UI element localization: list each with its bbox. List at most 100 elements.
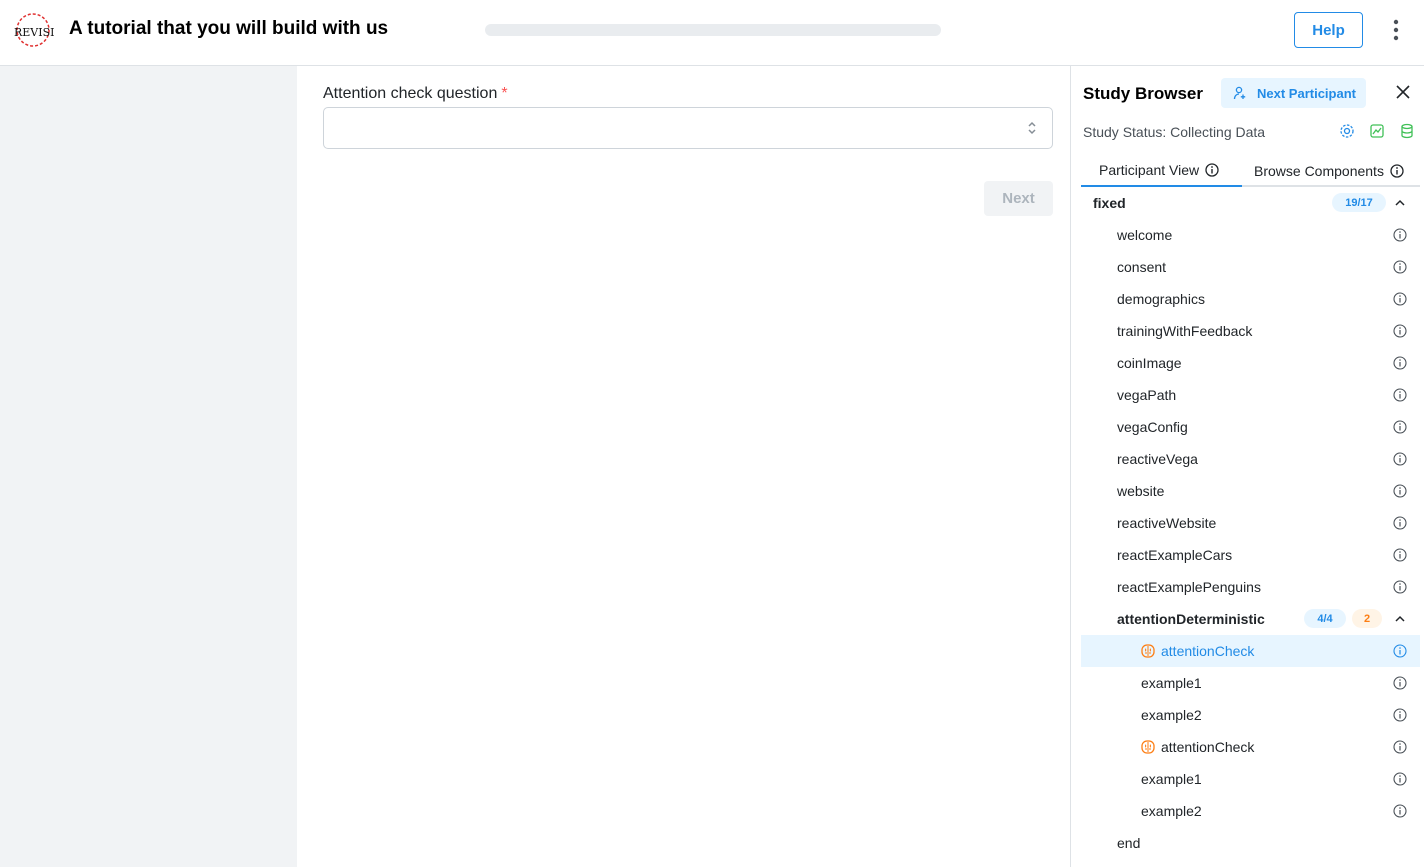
tree-group[interactable]: attentionDeterministic 4/4 2 (1081, 603, 1420, 635)
tree-item-label: end (1117, 835, 1141, 851)
tree-item-label: reactiveWebsite (1117, 515, 1217, 531)
info-icon[interactable] (1392, 259, 1408, 275)
help-button[interactable]: Help (1294, 12, 1363, 48)
tree-item[interactable]: reactExampleCars (1081, 539, 1420, 571)
tree-item[interactable]: welcome (1081, 219, 1420, 251)
tree-item[interactable]: example1 (1081, 763, 1420, 795)
tree-item-label: example2 (1141, 803, 1202, 819)
info-icon[interactable] (1392, 419, 1408, 435)
tab-label: Participant View (1099, 161, 1200, 178)
tree-item[interactable]: example2 (1081, 795, 1420, 827)
brain-icon (1141, 740, 1155, 754)
tree-item[interactable]: attentionCheck (1081, 731, 1420, 763)
revisit-logo: REVISIT (14, 13, 54, 47)
tree-item-label: example1 (1141, 771, 1202, 787)
tree-item-label: reactiveVega (1117, 451, 1198, 467)
tree-item-label: attentionCheck (1161, 739, 1255, 755)
info-icon[interactable] (1392, 515, 1408, 531)
tree-item-label: example1 (1141, 675, 1202, 691)
settings-icon[interactable] (1339, 123, 1355, 139)
info-icon[interactable] (1392, 483, 1408, 499)
close-icon[interactable] (1394, 83, 1412, 101)
tree-item-label: reactExamplePenguins (1117, 579, 1261, 595)
app-header: REVISIT A tutorial that you will build w… (0, 0, 1424, 66)
info-icon[interactable] (1392, 451, 1408, 467)
study-browser-panel: Study Browser Next Participant Study Sta… (1070, 66, 1424, 867)
info-icon[interactable] (1392, 387, 1408, 403)
tree-item-label: attentionDeterministic (1117, 611, 1265, 627)
component-tree: fixed 19/17 welcome consent demographics trai… (1081, 187, 1420, 859)
tree-item[interactable]: consent (1081, 251, 1420, 283)
info-icon[interactable] (1392, 707, 1408, 723)
tree-item-label: welcome (1117, 227, 1173, 243)
tree-item-label: trainingWithFeedback (1117, 323, 1253, 339)
tree-item-label: consent (1117, 259, 1167, 275)
tab-participant-view[interactable]: Participant View (1081, 154, 1242, 187)
info-icon[interactable] (1392, 579, 1408, 595)
tree-item[interactable]: vegaPath (1081, 379, 1420, 411)
study-progress-bar (485, 24, 941, 36)
study-status: Study Status: Collecting Data (1083, 124, 1266, 140)
tree-group[interactable]: fixed 19/17 (1081, 187, 1420, 219)
left-gutter (0, 66, 297, 867)
tab-label: Browse Components (1254, 162, 1384, 179)
tree-item-label: example2 (1141, 707, 1202, 723)
info-icon[interactable] (1392, 547, 1408, 563)
tree-item[interactable]: reactiveVega (1081, 443, 1420, 475)
info-icon (1205, 162, 1219, 177)
info-icon[interactable] (1392, 675, 1408, 691)
tree-item[interactable]: website (1081, 475, 1420, 507)
tree-item[interactable]: attentionCheck (1081, 635, 1420, 667)
next-participant-button[interactable]: Next Participant (1221, 78, 1366, 108)
info-icon[interactable] (1392, 739, 1408, 755)
tree-item-label: fixed (1093, 195, 1126, 211)
tree-item-label: coinImage (1117, 355, 1182, 371)
tree-item[interactable]: trainingWithFeedback (1081, 315, 1420, 347)
tree-item[interactable]: reactiveWebsite (1081, 507, 1420, 539)
chevron-up-icon[interactable] (1392, 611, 1408, 627)
tree-item-label: reactExampleCars (1117, 547, 1233, 563)
info-icon[interactable] (1392, 227, 1408, 243)
tree-item[interactable]: vegaConfig (1081, 411, 1420, 443)
tree-item[interactable]: reactExamplePenguins (1081, 571, 1420, 603)
progress-badge: 19/17 (1332, 193, 1386, 212)
tree-item-label: attentionCheck (1161, 643, 1255, 659)
tree-item[interactable]: demographics (1081, 283, 1420, 315)
info-icon[interactable] (1392, 803, 1408, 819)
brain-icon (1141, 644, 1155, 658)
panel-title: Study Browser (1083, 84, 1203, 103)
info-icon[interactable] (1392, 643, 1408, 659)
more-options-icon[interactable] (1384, 16, 1408, 44)
logo-text: REVISIT (14, 26, 54, 39)
tab-browse-components[interactable]: Browse Components (1254, 154, 1420, 187)
tree-item[interactable]: example2 (1081, 699, 1420, 731)
database-icon[interactable] (1399, 123, 1415, 139)
info-icon[interactable] (1392, 355, 1408, 371)
page-title: A tutorial that you will build with us (69, 18, 389, 39)
status-icons (1339, 123, 1415, 139)
selector-icon (1028, 121, 1036, 135)
attention-check-select[interactable] (323, 107, 1053, 149)
user-plus-icon (1233, 86, 1246, 100)
tree-item[interactable]: coinImage (1081, 347, 1420, 379)
tree-item[interactable]: end (1081, 827, 1420, 859)
question-text: Attention check question (323, 85, 498, 102)
tree-item-label: demographics (1117, 291, 1205, 307)
warning-badge: 2 (1352, 609, 1382, 628)
panel-tabs: Participant View Browse Components (1081, 154, 1420, 187)
tree-item-label: vegaConfig (1117, 419, 1188, 435)
analytics-icon[interactable] (1369, 123, 1385, 139)
info-icon (1390, 163, 1404, 178)
info-icon[interactable] (1392, 291, 1408, 307)
required-marker: * (501, 85, 508, 102)
tree-item-label: vegaPath (1117, 387, 1177, 403)
info-icon[interactable] (1392, 771, 1408, 787)
progress-badge: 4/4 (1304, 609, 1346, 628)
next-participant-label: Next Participant (1257, 85, 1356, 101)
tree-item[interactable]: example1 (1081, 667, 1420, 699)
main-content: Attention check question * Next (297, 66, 1070, 867)
chevron-up-icon[interactable] (1392, 195, 1408, 211)
info-icon[interactable] (1392, 323, 1408, 339)
tree-item-label: website (1117, 483, 1165, 499)
next-button[interactable]: Next (984, 181, 1053, 216)
